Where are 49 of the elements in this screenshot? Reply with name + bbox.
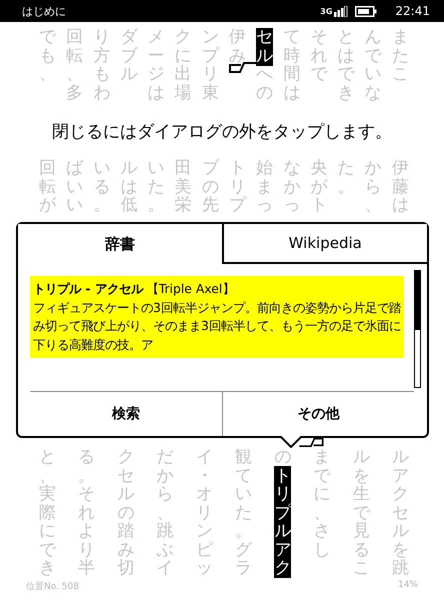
- text-column: 回転、多: [64, 28, 86, 102]
- text-column: だから、跳ぶイ: [154, 448, 176, 578]
- text-column: クに出場: [172, 28, 194, 102]
- text-column: トリプ: [226, 159, 248, 214]
- text-column: いた。: [146, 159, 167, 214]
- text-column: なかっ: [281, 159, 302, 214]
- book-title: はじめに: [22, 4, 66, 18]
- location-text: 位置No. 508: [26, 580, 79, 593]
- tab[interactable]: Wikipedia: [222, 224, 427, 264]
- text-column: る。それより半: [76, 448, 98, 578]
- text-column: 田美栄: [172, 159, 194, 214]
- text-column: でも、: [37, 28, 58, 84]
- text-column: の トリプルアク: [272, 448, 294, 578]
- text-column: ブの先: [200, 159, 221, 214]
- text-column: から、: [362, 159, 384, 214]
- text-column: 始まっ: [254, 159, 276, 214]
- network-label: 3G: [320, 6, 332, 16]
- text-column: て時間は: [281, 28, 302, 102]
- progress-percent: 14%: [398, 580, 418, 592]
- text-column: 伊藤は: [390, 159, 411, 214]
- hint-text: 閉じるにはダイアログの外をタップします。: [52, 121, 392, 143]
- clock: 22:41: [395, 4, 430, 18]
- text-column: ルを生で見るこ: [350, 448, 372, 578]
- text-column: ンプリ東: [200, 28, 221, 102]
- text-column: 回転が: [37, 159, 58, 214]
- definition-text: トリプル - アクセル 【Triple Axel】 フィギュアスケートの3回転半ジャンプ。前向きの姿勢から片足で踏み切って飛び上がり、そのまま3回転半して、もう一方の足で氷面に下りる高難度の技。ア: [30, 276, 404, 358]
- text-column: と、実際にでき: [37, 448, 58, 578]
- text-column: 央がト: [308, 159, 330, 214]
- text-column: ルアクセルを跳: [390, 448, 411, 578]
- text-column: ばいい: [64, 159, 86, 214]
- text-column: までに、さし: [312, 448, 333, 559]
- text-column: クセルの踏み切: [115, 448, 136, 578]
- text-column: 伊み: [226, 28, 248, 65]
- text-column: んでいな: [362, 28, 384, 102]
- text-column: メージは: [146, 28, 167, 102]
- text-column: ダブル: [118, 28, 140, 84]
- text-column: セル への: [254, 28, 276, 102]
- signal-icon: [334, 6, 350, 16]
- text-column: 観ていた。グラ: [233, 448, 254, 578]
- text-column: それで: [308, 28, 330, 84]
- text-column: とはでき: [336, 28, 357, 102]
- text-column: ルは低: [118, 159, 140, 214]
- text-column: またこ: [390, 28, 411, 84]
- battery-icon: [355, 6, 378, 16]
- text-column: り方もわ: [91, 28, 112, 102]
- scrollbar-icon: [414, 270, 421, 388]
- text-column: いる。: [91, 159, 112, 214]
- text-column: イ・オリンピッ: [194, 448, 215, 578]
- text-column: た。: [336, 159, 357, 196]
